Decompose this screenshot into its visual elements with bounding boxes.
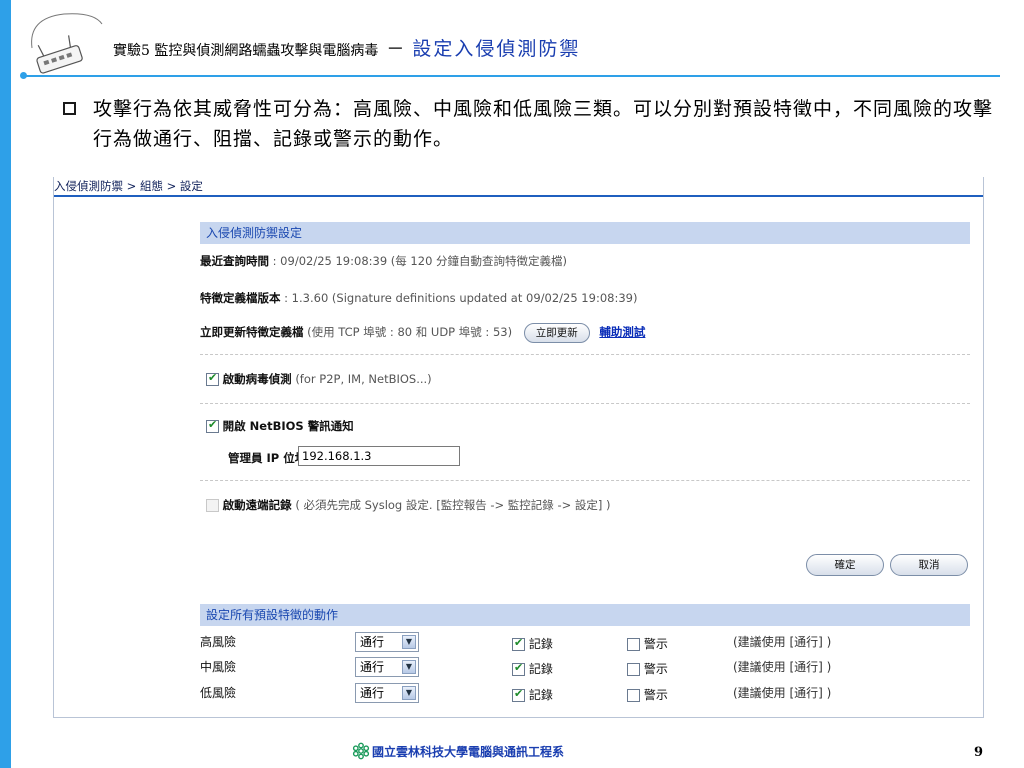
header-rule: [22, 75, 1000, 77]
risk-label: 中風險: [200, 660, 237, 674]
netbios-alert-label: 開啟 NetBIOS 警訊通知: [222, 419, 354, 433]
bullet-text: 攻擊行為依其威脅性可分為：高風險、中風險和低風險三類。可以分別對預設特徵中，不同…: [93, 98, 994, 150]
last-query-row: 最近查詢時間 : 09/02/25 19:08:39 (每 120 分鐘自動查詢…: [200, 253, 567, 269]
risk-action-value: 通行: [360, 635, 385, 649]
update-now-label: 立即更新特徵定義檔: [200, 325, 304, 339]
help-test-link[interactable]: 輔助測試: [599, 325, 645, 339]
alert-option: 警示: [627, 686, 668, 703]
risk-action-value: 通行: [360, 660, 385, 674]
last-query-label: 最近查詢時間: [200, 254, 269, 268]
admin-ip-input[interactable]: [298, 446, 460, 466]
risk-label: 高風險: [200, 635, 237, 649]
signature-version-value: : 1.3.60 (Signature definitions updated …: [284, 291, 638, 305]
chevron-down-icon: ▼: [402, 686, 416, 700]
log-label: 記錄: [528, 688, 553, 702]
bullet-square-icon: [63, 102, 76, 115]
virus-detection-row: 啟動病毒偵測 (for P2P, IM, NetBIOS...): [206, 371, 432, 387]
virus-detection-note: (for P2P, IM, NetBIOS...): [295, 372, 432, 386]
log-checkbox[interactable]: [512, 687, 525, 702]
divider: [200, 403, 970, 404]
recommend-note: (建議使用 [通行] ): [733, 635, 832, 649]
log-label: 記錄: [528, 662, 553, 676]
page-number: 9: [974, 745, 984, 760]
alert-option: 警示: [627, 660, 668, 677]
header-rule-dot: [20, 72, 27, 79]
recommend-note: (建議使用 [通行] ): [733, 660, 832, 674]
footer-school-name: 國立雲林科技大學電腦與通訊工程系: [372, 745, 565, 759]
log-label: 記錄: [528, 637, 553, 651]
ids-config-panel: 入侵偵測防禦 > 組態 > 設定 入侵偵測防禦設定 最近查詢時間 : 09/02…: [53, 177, 984, 718]
log-checkbox[interactable]: [512, 636, 525, 651]
divider: [200, 480, 970, 481]
header-topic: 設定入侵偵測防禦: [412, 38, 581, 60]
remote-log-note: ( 必須先完成 Syslog 設定. [監控報告 -> 監控記錄 -> 設定] …: [295, 498, 611, 512]
remote-log-row: 啟動遠端記錄 ( 必須先完成 Syslog 設定. [監控報告 -> 監控記錄 …: [206, 497, 611, 513]
breadcrumb: 入侵偵測防禦 > 組態 > 設定: [54, 177, 983, 197]
confirm-button[interactable]: 確定: [806, 554, 884, 576]
admin-ip-label-text: 管理員 IP 位址: [228, 451, 307, 465]
alert-checkbox[interactable]: [627, 689, 640, 702]
admin-ip-label: 管理員 IP 位址: [228, 450, 306, 466]
router-logo-icon: [31, 13, 103, 74]
risk-action-select[interactable]: 通行 ▼: [355, 632, 419, 652]
cancel-button[interactable]: 取消: [890, 554, 968, 576]
update-now-ports: (使用 TCP 埠號 : 80 和 UDP 埠號 : 53): [307, 325, 513, 339]
remote-log-checkbox[interactable]: [206, 499, 219, 512]
netbios-alert-checkbox[interactable]: [206, 418, 219, 433]
breadcrumb-text: 入侵偵測防禦 > 組態 > 設定: [54, 179, 203, 193]
alert-checkbox[interactable]: [627, 663, 640, 676]
netbios-alert-row: 開啟 NetBIOS 警訊通知: [206, 418, 354, 434]
signature-version-label: 特徵定義檔版本: [200, 291, 281, 305]
alert-label: 警示: [643, 662, 668, 676]
alert-checkbox[interactable]: [627, 638, 640, 651]
left-accent-bar: [0, 0, 11, 768]
slide-header: 實驗5 監控與偵測網路蠕蟲攻擊與電腦病毒 － 設定入侵偵測防禦: [113, 34, 580, 61]
alert-label: 警示: [643, 688, 668, 702]
chevron-down-icon: ▼: [402, 660, 416, 674]
virus-detection-checkbox[interactable]: [206, 371, 219, 386]
header-separator: －: [386, 39, 405, 60]
virus-detection-label: 啟動病毒偵測: [222, 372, 292, 386]
log-checkbox[interactable]: [512, 661, 525, 676]
log-option: 記錄: [512, 686, 553, 703]
actions-header: 設定所有預設特徵的動作: [200, 604, 970, 626]
signature-version-row: 特徵定義檔版本 : 1.3.60 (Signature definitions …: [200, 290, 637, 306]
risk-action-select[interactable]: 通行 ▼: [355, 683, 419, 703]
log-option: 記錄: [512, 660, 553, 677]
alert-label: 警示: [643, 637, 668, 651]
divider: [200, 354, 970, 355]
risk-action-select[interactable]: 通行 ▼: [355, 657, 419, 677]
alert-option: 警示: [627, 635, 668, 652]
update-now-button[interactable]: 立即更新: [523, 323, 590, 343]
chevron-down-icon: ▼: [402, 635, 416, 649]
last-query-value: : 09/02/25 19:08:39 (每 120 分鐘自動查詢特徵定義檔): [272, 254, 568, 268]
update-now-row: 立即更新特徵定義檔 (使用 TCP 埠號 : 80 和 UDP 埠號 : 53)…: [200, 323, 645, 343]
risk-label: 低風險: [200, 686, 237, 700]
university-logo-icon: [352, 742, 370, 760]
header-title: 實驗5 監控與偵測網路蠕蟲攻擊與電腦病毒: [113, 43, 379, 59]
risk-action-value: 通行: [360, 686, 385, 700]
ids-settings-header: 入侵偵測防禦設定: [200, 222, 970, 244]
recommend-note: (建議使用 [通行] ): [733, 686, 832, 700]
remote-log-label: 啟動遠端記錄: [222, 498, 292, 512]
log-option: 記錄: [512, 635, 553, 652]
